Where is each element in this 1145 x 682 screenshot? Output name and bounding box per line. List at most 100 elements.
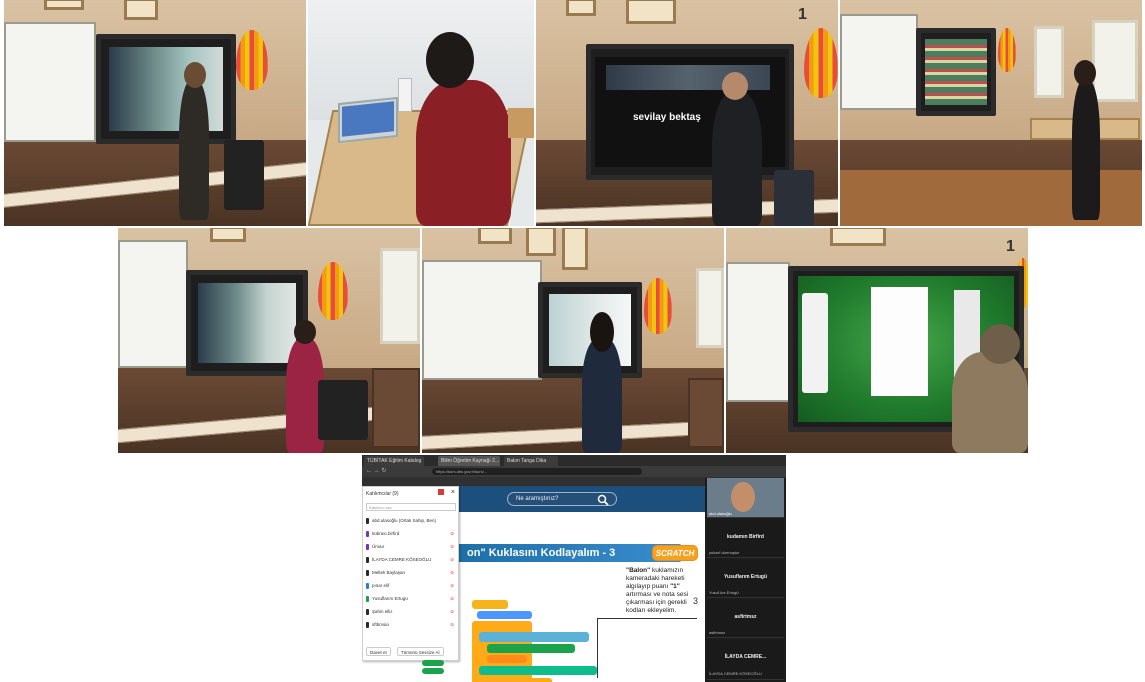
classroom-photo-2 [308, 0, 534, 226]
mic-muted-icon[interactable]: ⊘ [450, 543, 454, 551]
smart-board [96, 34, 236, 144]
participant-name: Meltek Baylaşan [372, 570, 406, 575]
nav-buttons[interactable]: ← → ↻ [366, 468, 386, 475]
chair [318, 380, 368, 440]
video-tile[interactable]: İLAYDA CEMRE... İLAYDA CEMRE KÖSEOĞLU [707, 640, 784, 680]
description-bold: "Balon" [626, 567, 651, 574]
board-screen [197, 282, 297, 364]
wall-frame [562, 228, 588, 270]
participant-name: kübrası.birfird [372, 531, 400, 536]
teacher [712, 92, 762, 226]
participant-row[interactable]: Meltek Baylaşan ⊘ [366, 569, 456, 577]
browser-tab[interactable]: Bilim Öğretim Kaynağı 2... [438, 456, 500, 466]
invite-button[interactable]: Davet et [366, 647, 391, 656]
window [1034, 26, 1064, 98]
participant-name: Şahin elliz [372, 609, 393, 614]
wall-frame [478, 228, 512, 244]
classroom-photo-3: sevilay bektaş 1 [536, 0, 838, 226]
wall-frame [44, 0, 84, 10]
video-tile[interactable]: asfirtmsz asfirtmsz [707, 600, 784, 638]
record-icon[interactable] [438, 489, 444, 495]
code-block-music [479, 666, 597, 675]
avatar [366, 556, 369, 563]
video-tile-label: asfirtmsz [709, 630, 725, 635]
participant-name: Ümaır [372, 544, 385, 549]
video-tile-label: yuksel durmuştur [709, 550, 740, 555]
participant-search-input[interactable]: Katılımcı ara [366, 503, 456, 511]
address-field[interactable]: https://kurs.dbs.gov.tr/kurs/... [432, 468, 642, 475]
code-block-motion [477, 611, 532, 619]
participant-row[interactable]: Şahin elliz ⊘ [366, 608, 456, 616]
desk [372, 368, 420, 448]
participant-row[interactable]: abd.ulasoğlu (Ortak Sahip, Ben) [366, 517, 456, 525]
smart-board: sevilay bektaş [586, 44, 794, 180]
teacher-head [1074, 60, 1096, 86]
participants-header: Katılımcılar (9) [366, 491, 399, 497]
whiteboard [726, 262, 790, 402]
site-nav: Ne aramıştınız? [457, 486, 707, 512]
video-tile[interactable]: Yusuflarım Ertugü Yusuf.ürs Ertugü [707, 560, 784, 598]
video-tile[interactable]: kudamın Birfird yuksel durmuştur [707, 520, 784, 558]
wall-frame [830, 228, 886, 246]
wall-frame [210, 228, 246, 242]
wall-number: 1 [798, 6, 807, 23]
classroom-photo-4 [840, 0, 1142, 226]
mic-muted-icon[interactable]: ⊘ [450, 556, 454, 564]
whiteboard [422, 260, 542, 380]
webcam-face [731, 482, 755, 512]
student-head [590, 312, 614, 352]
avatar [366, 517, 369, 524]
participant-row[interactable]: pınar elif ⊘ [366, 582, 456, 590]
student [582, 338, 622, 453]
participant-row[interactable]: sftbmsia ⊘ [366, 621, 456, 629]
scratch-logo: SCRATCH [652, 545, 698, 561]
video-tile-name: Yusuflarım Ertugü [723, 574, 768, 580]
chair [774, 170, 814, 226]
browser-address-bar: ← → ↻ https://kurs.dbs.gov.tr/kurs/... [362, 466, 786, 477]
browser-tab[interactable]: Balon Tanga Dika [504, 456, 558, 466]
teacher [1072, 80, 1100, 220]
wall-frame [626, 0, 676, 24]
video-tile-self[interactable]: abd.ulasoğlu [707, 478, 784, 518]
browser-tab-bar: TÜBİTAK Eğitim Katalog Bilim Öğretim Kay… [362, 455, 786, 466]
mic-muted-icon[interactable]: ⊘ [450, 582, 454, 590]
laptop-screen [342, 101, 394, 137]
document-page [871, 287, 928, 396]
video-tile-name: İLAYDA CEMRE... [724, 654, 767, 660]
participant-row[interactable]: İLAYDA CEMRE KÖSEOĞLU ⊘ [366, 556, 456, 564]
participant-name: abd.ulasoğlu (Ortak Sahip, Ben) [372, 518, 437, 523]
mute-all-button[interactable]: Tümünü Sessize Al [397, 647, 444, 656]
browser-tab[interactable]: TÜBİTAK Eğitim Katalog [364, 456, 424, 466]
participant-name: İLAYDA CEMRE KÖSEOĞLU [372, 557, 432, 562]
teacher-head [184, 62, 206, 88]
participant-row[interactable]: kübrası.birfird ⊘ [366, 530, 456, 538]
mic-muted-icon[interactable]: ⊘ [450, 569, 454, 577]
whiteboard [118, 240, 188, 368]
participants-panel: Katılımcılar (9) × Katılımcı ara abd.ula… [362, 486, 459, 661]
video-tiles-column: abd.ulasoğlu kudamın Birfird yuksel durm… [705, 478, 786, 682]
code-block-data [487, 655, 527, 663]
avatar [366, 621, 369, 628]
magnifier-icon[interactable] [597, 493, 609, 506]
classroom-photo-1 [4, 0, 306, 226]
avatar [366, 582, 369, 589]
mic-muted-icon[interactable]: ⊘ [450, 530, 454, 538]
participant-row[interactable]: Yusuflarım Ertugü ⊘ [366, 595, 456, 603]
whiteboard [840, 14, 918, 110]
avatar [366, 543, 369, 550]
participant-row[interactable]: Ümaır ⊘ [366, 543, 456, 551]
classroom-photo-6 [422, 228, 724, 453]
code-block-bottom [472, 678, 552, 682]
mic-muted-icon[interactable]: ⊘ [450, 621, 454, 629]
board-screen [925, 39, 987, 105]
mic-muted-icon[interactable]: ⊘ [450, 608, 454, 616]
video-tile-label: abd.ulasoğlu [709, 511, 732, 516]
mic-muted-icon[interactable]: ⊘ [450, 595, 454, 603]
close-icon[interactable]: × [451, 489, 455, 496]
green-blocks [422, 660, 444, 666]
pointer-arrows [597, 618, 697, 678]
box [508, 108, 534, 138]
wall-frame [566, 0, 596, 16]
classroom-photo-5 [118, 228, 420, 453]
desk [688, 378, 724, 448]
